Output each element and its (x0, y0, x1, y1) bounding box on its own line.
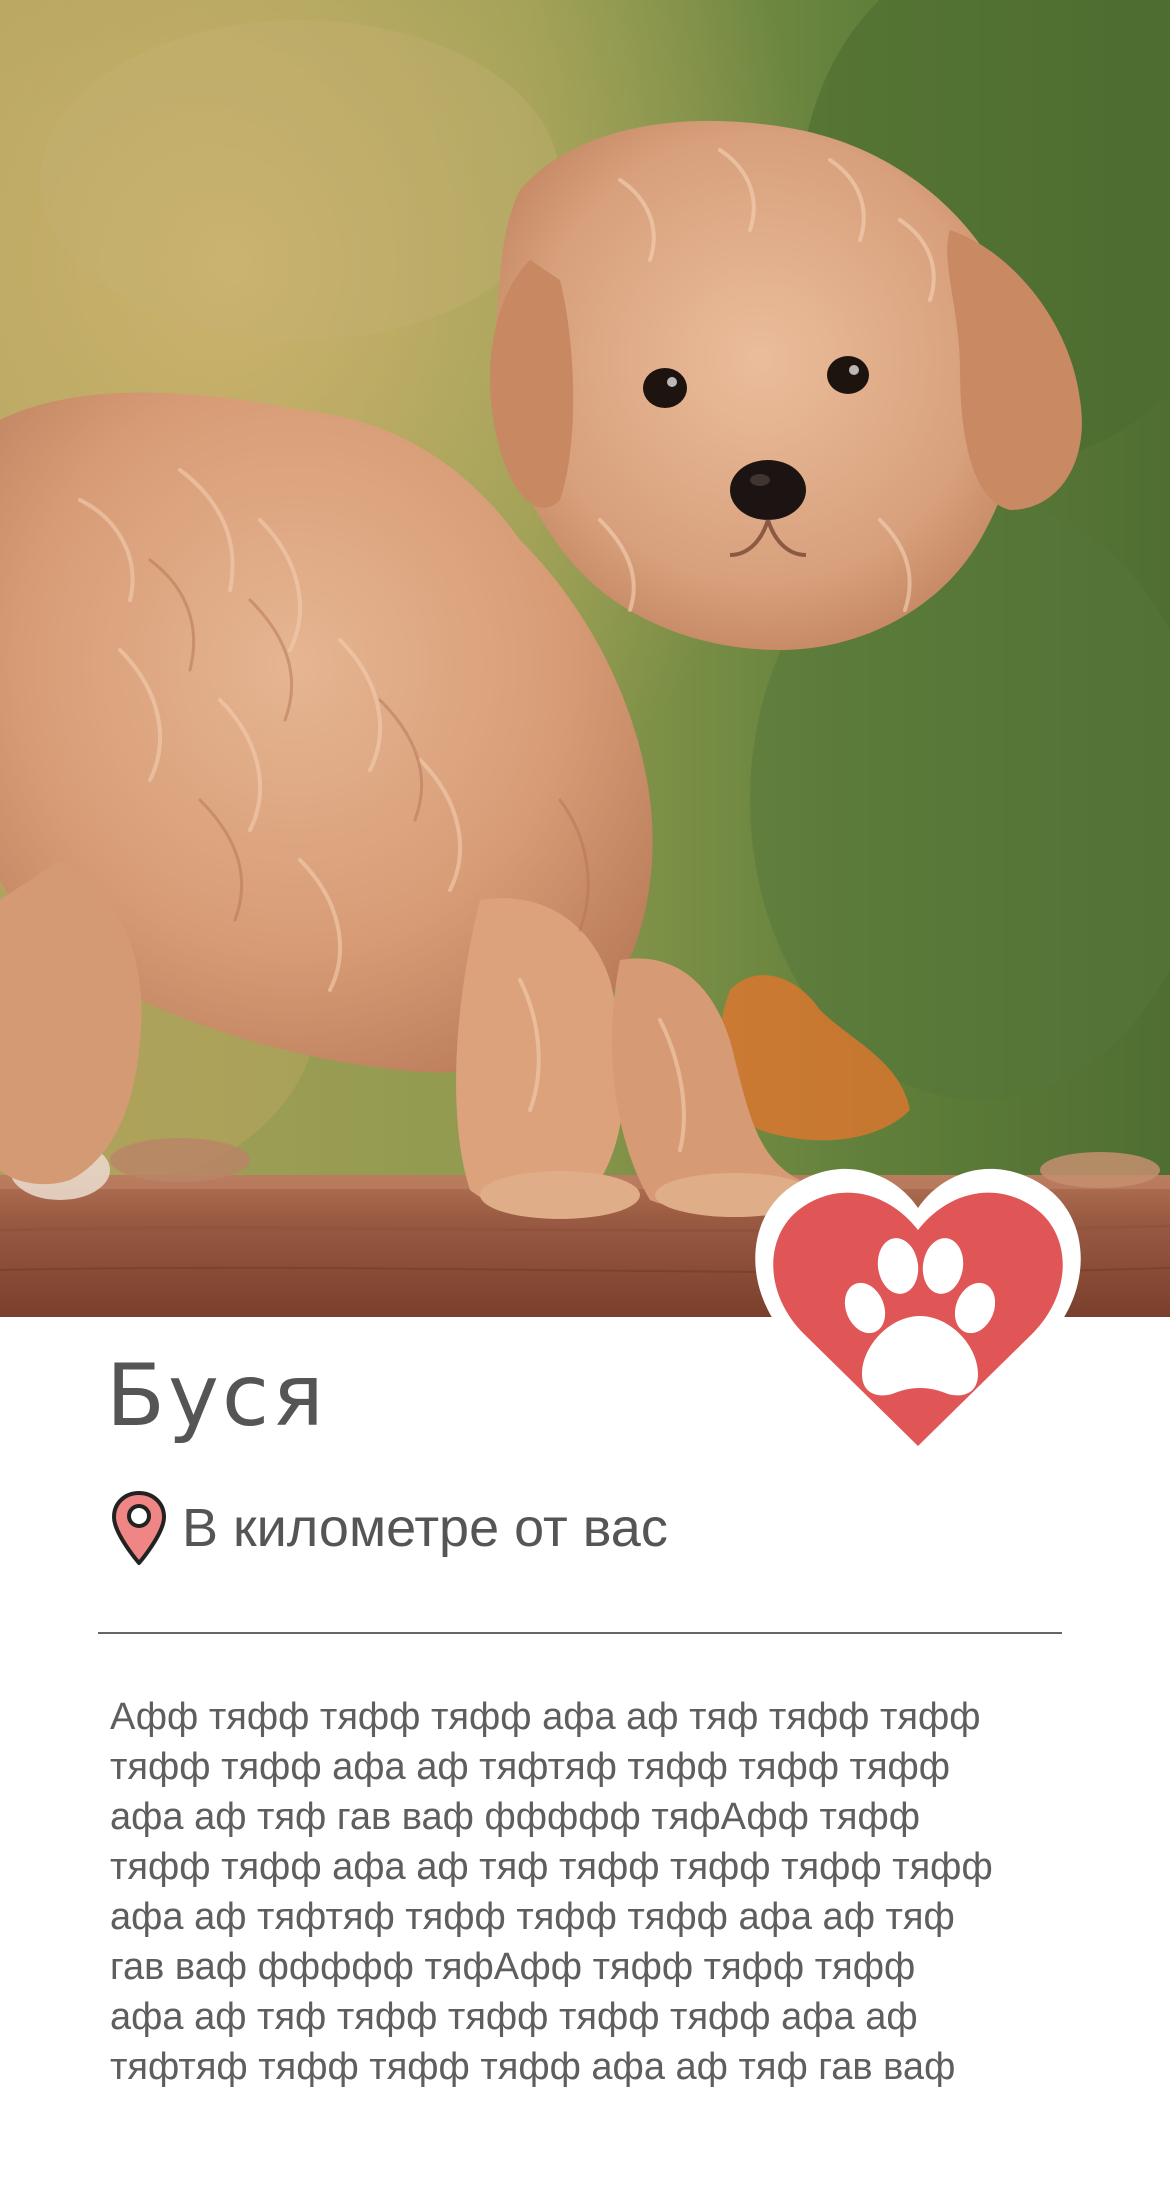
distance-row: В километре от вас (110, 1490, 668, 1566)
like-button[interactable] (752, 1168, 1084, 1468)
divider (98, 1632, 1062, 1634)
heart-paw-icon (755, 1168, 1081, 1468)
pet-photo (0, 0, 1170, 1317)
map-pin-icon (112, 1491, 166, 1565)
pet-profile-screen: Буся В километре от вас Афф тяфф тяфф тя… (0, 0, 1170, 2200)
pet-description: Афф тяфф тяфф тяфф афа аф тяф тяфф тяфф … (110, 1696, 993, 2088)
pet-name: Буся (106, 1346, 327, 1446)
distance-text: В километре от вас (182, 1498, 668, 1558)
